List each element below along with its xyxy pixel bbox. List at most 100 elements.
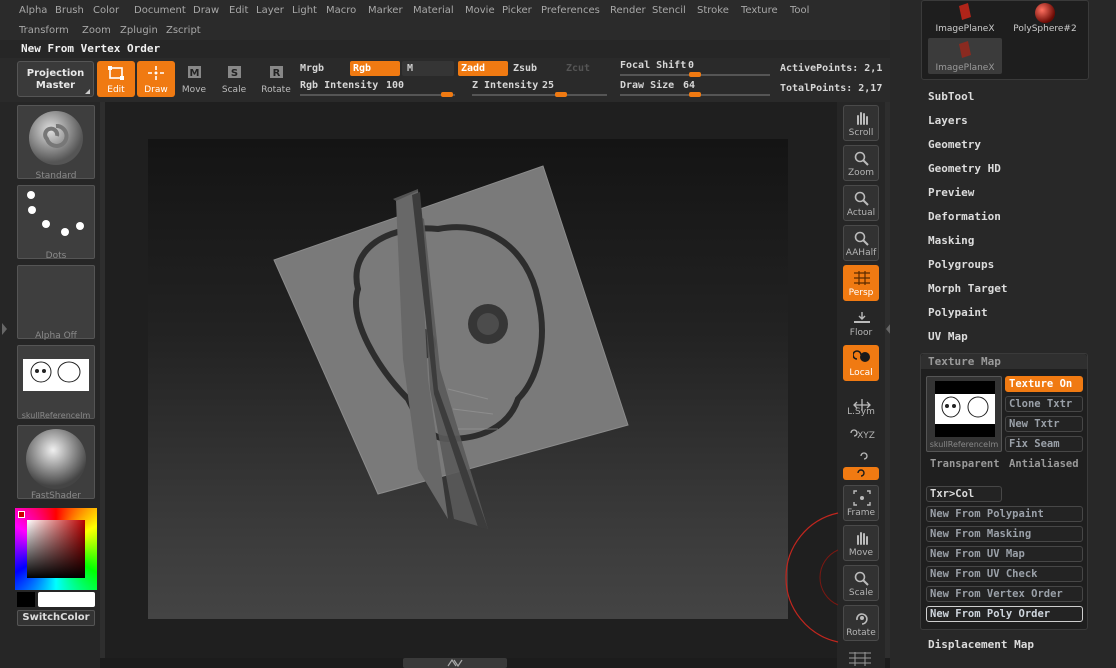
geometry-hd-menu[interactable]: Geometry HD [928, 162, 1001, 175]
persp-button[interactable]: Persp [843, 265, 879, 301]
geometry-menu[interactable]: Geometry [928, 138, 981, 151]
preview-menu[interactable]: Preview [928, 186, 974, 199]
draw-button[interactable]: Draw [137, 61, 175, 97]
menu-texture[interactable]: Texture [741, 5, 778, 17]
polypaint-menu[interactable]: Polypaint [928, 306, 988, 319]
focal-shift-slider[interactable]: Focal Shift 0 [620, 60, 770, 77]
floor-button[interactable]: Floor [843, 305, 879, 341]
polyframe-icon[interactable] [848, 651, 872, 666]
mrgb-toggle[interactable]: Mrgb [300, 63, 324, 74]
zadd-toggle[interactable]: Zadd [458, 61, 508, 76]
bottom-tray-handle[interactable] [403, 658, 507, 668]
layers-menu[interactable]: Layers [928, 114, 968, 127]
xyz-button[interactable]: XYZ [843, 424, 879, 446]
menu-stroke[interactable]: Stroke [697, 5, 729, 17]
menu-material[interactable]: Material [413, 5, 454, 17]
rotate-button[interactable]: R Rotate [257, 61, 295, 97]
new-from-uv-map-button[interactable]: New From UV Map [926, 546, 1083, 562]
scale-view-button[interactable]: Scale [843, 565, 879, 601]
primary-color-swatch[interactable] [38, 592, 95, 607]
displacement-map-menu[interactable]: Displacement Map [928, 638, 1034, 651]
projection-master-button[interactable]: Projection Master [17, 61, 94, 97]
menu-tool[interactable]: Tool [790, 5, 809, 17]
menu-layer[interactable]: Layer [256, 5, 284, 17]
texture-thumbnail[interactable] [17, 345, 95, 419]
m-toggle[interactable]: M [402, 61, 454, 76]
edit-button[interactable]: Edit [97, 61, 135, 97]
zoom-button[interactable]: Zoom [843, 145, 879, 181]
menu-alpha[interactable]: Alpha [19, 5, 47, 17]
menu-document[interactable]: Document [134, 5, 186, 17]
rgb-intensity-slider[interactable]: Rgb Intensity 100 [300, 80, 455, 97]
fix-seam-button[interactable]: Fix Seam [1005, 436, 1083, 452]
new-from-poly-order-button[interactable]: New From Poly Order [926, 606, 1083, 622]
color-picker[interactable] [15, 508, 97, 590]
lsym-button[interactable]: L.Sym [843, 392, 879, 420]
slider-knob[interactable] [441, 92, 453, 97]
menu-edit[interactable]: Edit [229, 5, 248, 17]
left-tray-divider[interactable] [100, 102, 105, 658]
move-view-button[interactable]: Move [843, 525, 879, 561]
new-from-uv-check-button[interactable]: New From UV Check [926, 566, 1083, 582]
subtool-item-selected[interactable]: ImagePlaneX [928, 38, 1002, 74]
zsub-toggle[interactable]: Zsub [513, 63, 537, 74]
texture-map-thumbnail[interactable]: skullReferenceIm [926, 376, 1002, 452]
deformation-menu[interactable]: Deformation [928, 210, 1001, 223]
rgb-toggle[interactable]: Rgb [350, 61, 400, 76]
subtool-item[interactable]: ImagePlaneX [928, 2, 1002, 34]
masking-menu[interactable]: Masking [928, 234, 974, 247]
morph-target-menu[interactable]: Morph Target [928, 282, 1007, 295]
menu-movie[interactable]: Movie [465, 5, 495, 17]
antialiased-toggle[interactable]: Antialiased [1005, 456, 1083, 472]
aahalf-button[interactable]: AAHalf [843, 225, 879, 261]
menu-light[interactable]: Light [292, 5, 317, 17]
menu-stencil[interactable]: Stencil [652, 5, 686, 17]
menu-macro[interactable]: Macro [326, 5, 356, 17]
menu-zscript[interactable]: Zscript [166, 25, 201, 37]
txr-col-button[interactable]: Txr>Col [926, 486, 1002, 502]
menu-render[interactable]: Render [610, 5, 646, 17]
material-thumbnail[interactable] [17, 425, 95, 499]
menu-preferences[interactable]: Preferences [541, 5, 600, 17]
subtool-item[interactable]: PolySphere#2 [1008, 2, 1082, 34]
local-button[interactable]: Local [843, 345, 879, 381]
switch-color-button[interactable]: SwitchColor [17, 610, 95, 626]
brush-thumbnail[interactable] [17, 105, 95, 179]
secondary-color-swatch[interactable] [17, 592, 35, 607]
new-from-polypaint-button[interactable]: New From Polypaint [926, 506, 1083, 522]
saturation-square[interactable] [27, 520, 85, 578]
z-intensity-slider[interactable]: Z Intensity 25 [472, 80, 607, 97]
uv-map-menu[interactable]: UV Map [928, 330, 968, 343]
menu-transform[interactable]: Transform [19, 25, 69, 37]
menu-marker[interactable]: Marker [368, 5, 403, 17]
viewport-canvas[interactable] [148, 139, 788, 619]
new-from-vertex-order-button[interactable]: New From Vertex Order [926, 586, 1083, 602]
draw-size-slider[interactable]: Draw Size 64 [620, 80, 770, 97]
texture-on-button[interactable]: Texture On [1005, 376, 1083, 392]
transparent-toggle[interactable]: Transparent [926, 456, 1002, 472]
y-axis-rotate-icon[interactable] [858, 447, 870, 460]
clone-txtr-button[interactable]: Clone Txtr [1005, 396, 1083, 412]
move-button[interactable]: M Move [175, 61, 213, 97]
menu-zplugin[interactable]: Zplugin [120, 25, 158, 37]
z-axis-rotate-button[interactable] [843, 467, 879, 480]
subtool-menu[interactable]: SubTool [928, 90, 974, 103]
scale-button[interactable]: S Scale [215, 61, 253, 97]
menu-draw[interactable]: Draw [193, 5, 219, 17]
menu-zoom[interactable]: Zoom [82, 25, 111, 37]
slider-knob[interactable] [689, 72, 701, 77]
slider-knob[interactable] [689, 92, 701, 97]
alpha-thumbnail[interactable] [17, 265, 95, 339]
collapse-left-arrow-icon[interactable] [2, 323, 7, 335]
actual-button[interactable]: Actual [843, 185, 879, 221]
stroke-thumbnail[interactable] [17, 185, 95, 259]
menu-color[interactable]: Color [93, 5, 119, 17]
menu-picker[interactable]: Picker [502, 5, 532, 17]
new-txtr-button[interactable]: New Txtr [1005, 416, 1083, 432]
scroll-button[interactable]: Scroll [843, 105, 879, 141]
rotate-view-button[interactable]: Rotate [843, 605, 879, 641]
polygroups-menu[interactable]: Polygroups [928, 258, 994, 271]
slider-knob[interactable] [555, 92, 567, 97]
texture-map-title[interactable]: Texture Map [928, 355, 1001, 368]
menu-brush[interactable]: Brush [55, 5, 84, 17]
